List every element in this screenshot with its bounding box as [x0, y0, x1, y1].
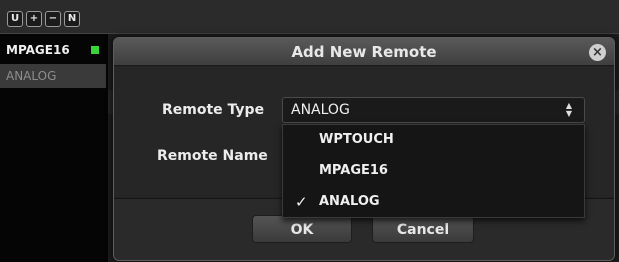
- dialog-header: Add New Remote ×: [114, 38, 614, 66]
- add-button[interactable]: +: [26, 11, 42, 27]
- dropdown-option-mpage16[interactable]: MPAGE16: [283, 156, 584, 186]
- checkmark-icon: ✓: [295, 193, 308, 211]
- status-indicator: [91, 46, 99, 54]
- list-item-analog[interactable]: ANALOG: [0, 64, 106, 88]
- option-label: WPTOUCH: [319, 132, 394, 147]
- ok-button[interactable]: OK: [252, 215, 352, 243]
- list-item-label: MPAGE16: [6, 43, 70, 57]
- toolbar: U + − N: [0, 0, 619, 34]
- add-remote-dialog: Add New Remote × Remote Type Remote Name…: [113, 37, 615, 261]
- remote-type-select[interactable]: ANALOG ▲ ▼: [282, 97, 585, 123]
- dialog-title: Add New Remote: [291, 43, 437, 61]
- u-button[interactable]: U: [7, 11, 23, 27]
- new-button[interactable]: N: [64, 11, 80, 27]
- list-item-mpage16[interactable]: MPAGE16: [0, 38, 106, 62]
- dropdown-option-analog[interactable]: ✓ ANALOG: [283, 187, 584, 217]
- option-label: MPAGE16: [319, 163, 388, 178]
- remote-type-value: ANALOG: [291, 102, 350, 118]
- remote-type-dropdown: WPTOUCH MPAGE16 ✓ ANALOG: [282, 124, 585, 218]
- option-label: ANALOG: [319, 194, 380, 209]
- remote-type-label: Remote Type: [162, 102, 265, 118]
- dropdown-option-wptouch[interactable]: WPTOUCH: [283, 125, 584, 155]
- select-arrows-icon: ▲ ▼: [565, 101, 573, 118]
- remote-name-label: Remote Name: [157, 148, 268, 164]
- remotes-list: MPAGE16 ANALOG: [0, 34, 108, 262]
- remove-button[interactable]: −: [45, 11, 61, 27]
- list-item-label: ANALOG: [6, 69, 57, 83]
- close-icon[interactable]: ×: [589, 44, 606, 61]
- cancel-button[interactable]: Cancel: [372, 215, 474, 243]
